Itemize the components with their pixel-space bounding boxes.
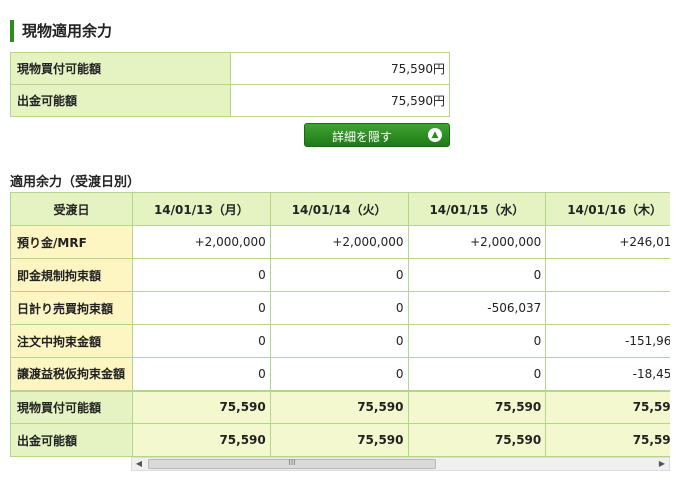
table-cell: 0	[132, 357, 271, 391]
table-row: 預り金/MRF +2,000,000 +2,000,000 +2,000,000…	[10, 225, 670, 259]
row-label: 預り金/MRF	[10, 225, 133, 259]
table-cell: 0	[545, 291, 670, 325]
table-cell: -506,037	[407, 291, 547, 325]
header-cell-date: 14/01/13（月）	[132, 192, 271, 226]
table-cell: 0	[407, 258, 547, 292]
header-cell-date: 14/01/15（水）	[407, 192, 547, 226]
table-row: 譲渡益税仮拘束金額 0 0 0 -18,454	[10, 357, 670, 391]
total-cell: 75,590	[269, 389, 409, 424]
row-label: 注文中拘束金額	[10, 324, 133, 358]
table-cell: 0	[269, 357, 409, 391]
chevron-up-icon: ▲	[428, 128, 442, 142]
total-cell: 75,590	[407, 389, 547, 424]
header-cell-date: 14/01/16（木）	[545, 192, 670, 226]
table-cell: 0	[132, 291, 271, 325]
header-cell-corner: 受渡日	[10, 192, 133, 226]
table-cell: +2,000,000	[407, 225, 547, 259]
table-cell: -18,454	[545, 357, 670, 391]
balance-by-date-table: 受渡日 14/01/13（月） 14/01/14（火） 14/01/15（水） …	[10, 192, 670, 457]
summary-value: 75,590円	[230, 84, 450, 117]
row-label: 即金規制拘束額	[10, 258, 133, 292]
table-cell: +246,012	[545, 225, 670, 259]
summary-value: 75,590円	[230, 52, 450, 85]
total-cell: 75,590	[545, 389, 670, 424]
balance-table-scroll-area[interactable]: 受渡日 14/01/13（月） 14/01/14（火） 14/01/15（水） …	[10, 192, 670, 457]
table-row: 日計り売買拘束額 0 0 -506,037 0	[10, 291, 670, 325]
total-row-label: 出金可能額	[10, 423, 133, 457]
table-row: 注文中拘束金額 0 0 0 -151,968	[10, 324, 670, 358]
total-cell: 75,590	[269, 423, 409, 457]
scroll-right-icon[interactable]: ▶	[655, 458, 669, 470]
page-title: 現物適用余力	[10, 20, 112, 42]
total-cell: 75,590	[407, 423, 547, 457]
total-row-label: 現物買付可能額	[10, 389, 133, 424]
total-cell: 75,590	[545, 423, 670, 457]
header-row: 受渡日 14/01/13（月） 14/01/14（火） 14/01/15（水） …	[10, 192, 670, 226]
table-cell: 0	[132, 258, 271, 292]
total-row: 現物買付可能額 75,590 75,590 75,590 75,590	[10, 389, 670, 424]
table-cell: +2,000,000	[269, 225, 409, 259]
scroll-left-icon[interactable]: ◀	[132, 458, 146, 470]
horizontal-scrollbar[interactable]: ◀ III ▶	[131, 457, 670, 471]
scrollbar-thumb[interactable]: III	[148, 458, 436, 469]
table-cell: +2,000,000	[132, 225, 271, 259]
table-cell: 0	[407, 324, 547, 358]
table-cell: 0	[545, 258, 670, 292]
summary-row: 現物買付可能額 75,590円	[10, 52, 450, 85]
hide-details-label: 詳細を隠す	[331, 130, 392, 144]
table-row: 即金規制拘束額 0 0 0 0	[10, 258, 670, 292]
scrollbar-grip: III	[288, 458, 296, 467]
row-label: 日計り売買拘束額	[10, 291, 133, 325]
table-cell: 0	[269, 258, 409, 292]
header-cell-date: 14/01/14（火）	[269, 192, 409, 226]
table-cell: 0	[407, 357, 547, 391]
table-cell: 0	[269, 291, 409, 325]
total-row: 出金可能額 75,590 75,590 75,590 75,590	[10, 423, 670, 457]
table-cell: -151,968	[545, 324, 670, 358]
total-cell: 75,590	[132, 423, 271, 457]
summary-label: 出金可能額	[10, 84, 231, 117]
hide-details-button[interactable]: 詳細を隠す ▲	[304, 123, 450, 147]
total-cell: 75,590	[132, 389, 271, 424]
summary-label: 現物買付可能額	[10, 52, 231, 85]
summary-row: 出金可能額 75,590円	[10, 84, 450, 117]
row-label: 譲渡益税仮拘束金額	[10, 357, 133, 391]
table-cell: 0	[269, 324, 409, 358]
section-subtitle: 適用余力（受渡日別）	[10, 175, 141, 190]
table-cell: 0	[132, 324, 271, 358]
summary-table: 現物買付可能額 75,590円 出金可能額 75,590円	[10, 52, 450, 117]
